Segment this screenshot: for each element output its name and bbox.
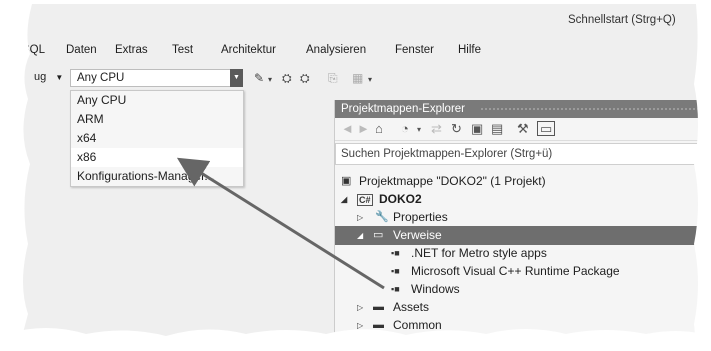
tree-node-label: DOKO2 — [379, 192, 422, 206]
tree-node-label: Assets — [393, 300, 430, 314]
menu-architektur[interactable]: Architektur — [221, 44, 276, 56]
home-icon[interactable]: ⌂ — [375, 121, 383, 136]
tree-node-project[interactable]: ◢ C# DOKO2 — [335, 190, 704, 209]
dropdown-option-configuration-manager[interactable]: Konfigurations-Manager... — [71, 167, 243, 186]
sync-icon[interactable]: ⇄ — [431, 121, 442, 137]
folder-icon: ▬ — [373, 319, 384, 331]
show-all-files-icon[interactable]: ▤ — [491, 121, 503, 137]
solution-icon: ▣ — [341, 175, 352, 187]
menu-test[interactable]: Test — [172, 44, 193, 56]
comment-icon[interactable]: ⎘ — [328, 71, 338, 86]
tree-node-properties[interactable]: ▷ 🔧 Properties — [335, 208, 704, 227]
chevron-down-icon[interactable]: ▼ — [230, 69, 243, 87]
tree-node-label: .NET for Metro style apps — [411, 246, 547, 260]
screenshot-frame: Schnellstart (Strg+Q) SQL Daten Extras T… — [6, 4, 704, 344]
history-icon[interactable]: ◔ — [401, 121, 409, 136]
platform-combo-value: Any CPU — [77, 72, 125, 84]
reference-icon: ▪■ — [391, 284, 400, 294]
wrench-icon: 🔧 — [375, 211, 389, 223]
configuration-combo[interactable]: ug ▼ — [34, 68, 70, 86]
platform-combo[interactable]: Any CPU ▼ — [70, 69, 243, 87]
menu-extras[interactable]: Extras — [115, 44, 148, 56]
dropdown-option-x86[interactable]: x86 — [71, 148, 243, 167]
tree-node-solution[interactable]: ▣ Projektmappe "DOKO2" (1 Projekt) — [335, 172, 704, 191]
bookmark-icon[interactable]: ▦ — [352, 71, 363, 85]
tree-node-reference-item[interactable]: ▪■ Microsoft Visual C++ Runtime Package — [335, 262, 704, 281]
overflow-icon[interactable]: ▾ — [268, 75, 272, 84]
dropdown-option-any-cpu[interactable]: Any CPU — [71, 91, 243, 110]
panel-title: Projektmappen-Explorer — [341, 103, 466, 115]
csharp-project-icon: C# — [357, 194, 373, 206]
chevron-down-icon[interactable]: ▾ — [417, 125, 421, 134]
properties-icon[interactable]: ⚒ — [517, 121, 529, 137]
refresh-icon[interactable]: ↻ — [451, 121, 462, 137]
menu-sql[interactable]: SQL — [22, 44, 45, 56]
tree-node-label: Windows — [411, 282, 460, 296]
collapse-all-icon[interactable]: ▣ — [471, 121, 483, 137]
tree-node-label: Common — [393, 318, 442, 332]
tree-node-label: Verweise — [393, 228, 442, 242]
quick-launch-label[interactable]: Schnellstart (Strg+Q) — [568, 14, 676, 26]
chevron-down-icon: ▼ — [55, 73, 64, 82]
dropdown-option-x64[interactable]: x64 — [71, 129, 243, 148]
reference-icon: ▪■ — [391, 266, 400, 276]
forward-icon[interactable]: ► — [357, 121, 370, 136]
tree-node-common[interactable]: ▷ ▬ Common — [335, 316, 704, 335]
expanded-icon: ◢ — [341, 195, 348, 204]
panel-toolbar: ◄ ► ⌂ ◔ ▾ ⇄ ↻ ▣ ▤ ⚒ ▭ — [335, 118, 704, 141]
tree-node-references[interactable]: ◢ ▭ Verweise — [335, 226, 704, 245]
build-all-icon[interactable]: ⛭ — [300, 71, 310, 86]
folder-icon: ▬ — [373, 301, 384, 313]
menu-fenster[interactable]: Fenster — [395, 44, 434, 56]
tree-node-assets[interactable]: ▷ ▬ Assets — [335, 298, 704, 317]
title-grip — [480, 107, 701, 111]
platform-dropdown: Any CPU ARM x64 x86 Konfigurations-Manag… — [70, 90, 244, 187]
preview-icon[interactable]: ▭ — [537, 121, 556, 136]
expanded-icon: ◢ — [357, 231, 364, 240]
panel-title-bar: Projektmappen-Explorer — [335, 100, 704, 118]
menu-daten[interactable]: Daten — [66, 44, 97, 56]
tree-node-label: Projektmappe "DOKO2" (1 Projekt) — [359, 174, 546, 188]
folder-icon: ▭ — [373, 229, 384, 241]
collapsed-icon: ▷ — [357, 321, 364, 330]
menu-analysieren[interactable]: Analysieren — [306, 44, 366, 56]
explorer-search-input[interactable]: Suchen Projektmappen-Explorer (Strg+ü) — [335, 143, 704, 165]
back-icon[interactable]: ◄ — [341, 121, 354, 136]
tree-node-label: Microsoft Visual C++ Runtime Package — [411, 264, 620, 278]
dropdown-option-arm[interactable]: ARM — [71, 110, 243, 129]
tree-node-reference-item[interactable]: ▪■ .NET for Metro style apps — [335, 244, 704, 263]
tree-node-reference-item[interactable]: ▪■ Windows — [335, 280, 704, 299]
tree-node-label: Properties — [393, 210, 448, 224]
menu-hilfe[interactable]: Hilfe — [458, 44, 481, 56]
collapsed-icon: ▷ — [357, 213, 364, 222]
build-icon[interactable]: ⛭ — [282, 71, 292, 86]
collapsed-icon: ▷ — [357, 303, 364, 312]
configuration-combo-value: ug — [34, 71, 47, 83]
reference-icon: ▪■ — [391, 248, 400, 258]
solution-explorer-panel: Projektmappen-Explorer ◄ ► ⌂ ◔ ▾ ⇄ ↻ ▣ ▤… — [334, 100, 704, 344]
start-icon[interactable]: ✎ — [254, 71, 264, 85]
toolbar: ug ▼ Any CPU ▼ ✎ ▾ ⛭ ⛭ ⎘ ▦ ▾ — [6, 68, 704, 90]
overflow-icon-2[interactable]: ▾ — [368, 75, 372, 84]
